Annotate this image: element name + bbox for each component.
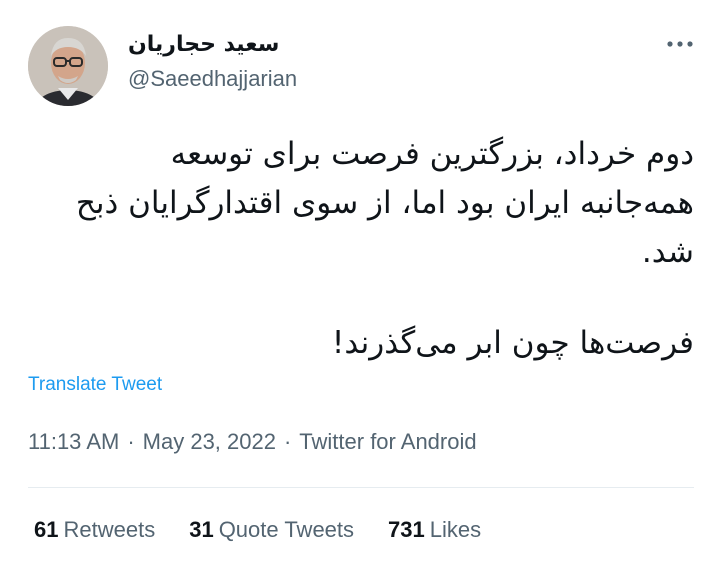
translate-tweet-link[interactable]: Translate Tweet [28, 372, 162, 398]
tweet-text-line: دوم خرداد، بزرگترین فرصت برای توسعه [170, 136, 694, 172]
likes-stat[interactable]: 731 Likes [388, 515, 481, 545]
quote-tweets-stat[interactable]: 31 Quote Tweets [189, 515, 354, 545]
tweet-text-line: همه‌جانبه ایران بود اما، از سوی اقتدارگر… [75, 185, 694, 221]
more-options-button[interactable] [658, 26, 702, 62]
author-display-name[interactable]: سعید حجاریان [128, 30, 428, 60]
tweet-stats: 61 Retweets 31 Quote Tweets 731 Likes [34, 515, 515, 545]
tweet-text: دوم خرداد، بزرگترین فرصت برای توسعه همه‌… [28, 130, 694, 368]
tweet-text-line: فرصت‌ها چون ابر می‌گذرند! [331, 325, 694, 361]
quote-tweets-label: Quote Tweets [218, 517, 355, 542]
avatar[interactable] [28, 26, 108, 106]
meta-separator: · [283, 429, 292, 454]
likes-label: Likes [429, 517, 482, 542]
tweet-card: سعید حجاریان @Saeedhajjarian دوم خرداد، … [0, 0, 720, 566]
avatar-image [28, 26, 108, 106]
tweet-time[interactable]: 11:13 AM [28, 429, 119, 454]
retweets-label: Retweets [63, 517, 156, 542]
divider [28, 487, 694, 488]
tweet-meta: 11:13 AM · May 23, 2022 · Twitter for Androi… [28, 426, 477, 458]
meta-separator: · [127, 429, 135, 454]
tweet-source[interactable]: Twitter for Android [299, 429, 476, 454]
likes-count: 731 [388, 517, 425, 542]
author-username[interactable]: @Saeedhajjarian [128, 64, 428, 94]
retweets-stat[interactable]: 61 Retweets [34, 515, 155, 545]
more-horizontal-icon [667, 41, 693, 47]
retweets-count: 61 [34, 517, 59, 542]
tweet-text-line: شد. [641, 234, 694, 270]
tweet-date[interactable]: May 23, 2022 [143, 429, 276, 454]
quote-tweets-count: 31 [189, 517, 214, 542]
author-info: سعید حجاریان @Saeedhajjarian [128, 30, 428, 94]
